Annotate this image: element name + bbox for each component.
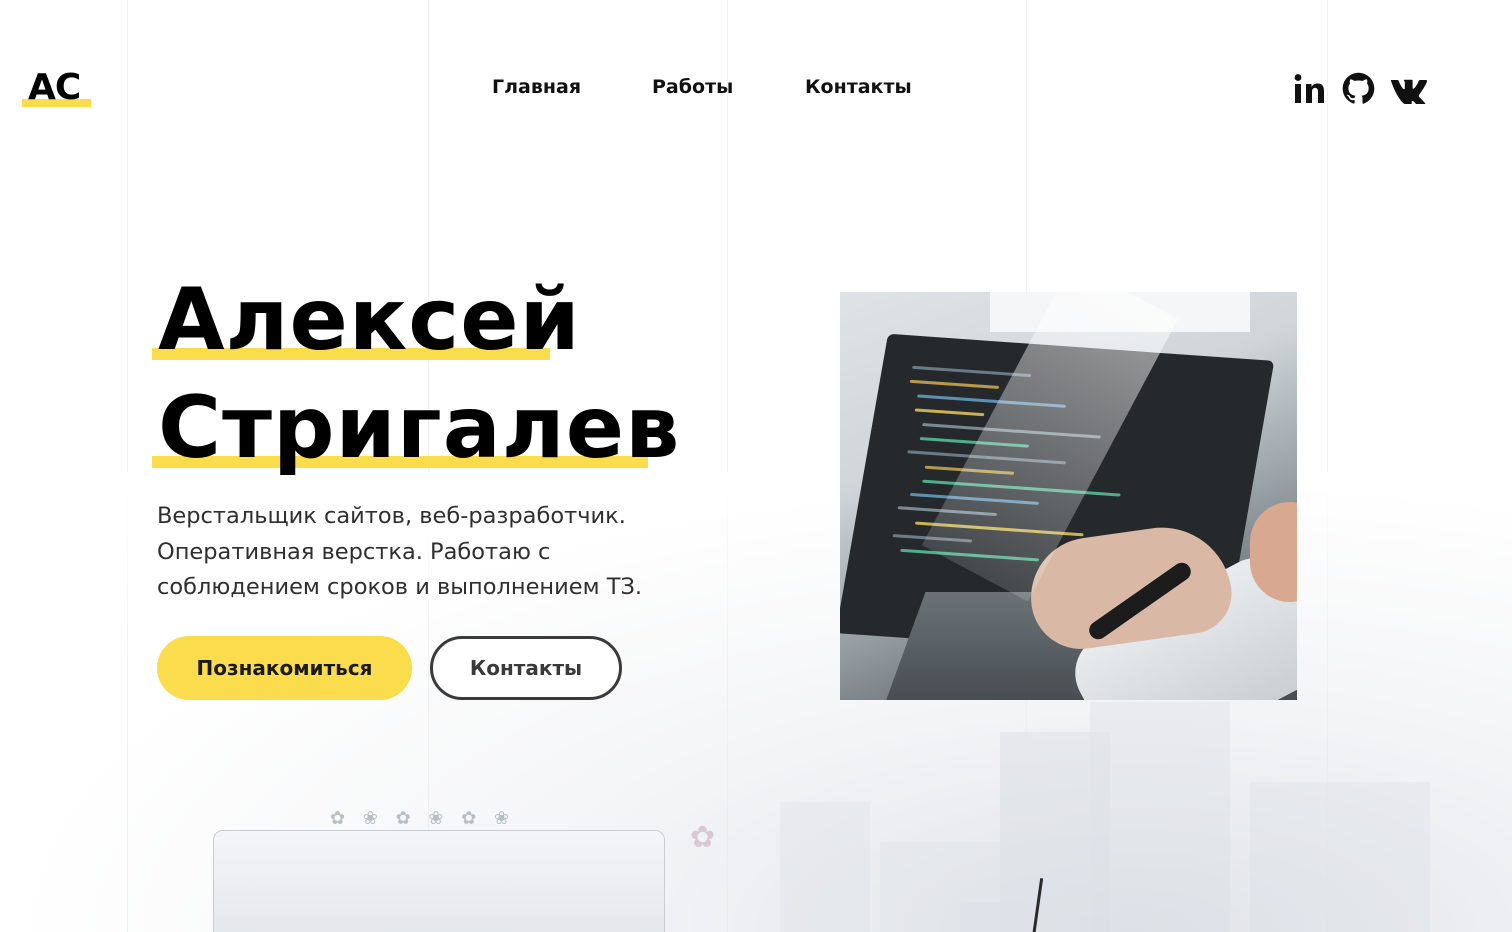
hero-first-name: Алексей [158, 270, 581, 370]
site-logo[interactable]: AC [22, 68, 91, 108]
subtitle-line: соблюдением сроков и выполнением ТЗ. [157, 574, 643, 600]
hero-name-line-1: Алексей [152, 270, 580, 370]
page: ✿ ❀ ✿ ❀ ✿ ❀ ✿ ✿ AC Главная Работы Контак… [0, 0, 1512, 932]
subtitle-line: Оперативная верстка. Работаю с [157, 538, 551, 565]
hero-last-name: Стригалев [158, 378, 681, 478]
background-building [780, 802, 870, 932]
contacts-button[interactable]: Контакты [430, 636, 622, 700]
github-icon[interactable] [1342, 72, 1376, 106]
hero-name-line-2: Стригалев [152, 378, 679, 478]
background-building [1000, 732, 1110, 932]
background-building [1090, 702, 1230, 932]
background-building [1250, 782, 1430, 932]
monitor-decoration [213, 830, 665, 932]
logo-text: AC [28, 67, 81, 108]
subtitle-line: Верстальщик сайтов, веб-разработчик. [157, 503, 626, 529]
nav-item-contacts[interactable]: Контакты [805, 76, 912, 98]
background-building [880, 842, 1000, 932]
hero-photo [840, 292, 1297, 700]
vk-icon[interactable] [1390, 74, 1428, 108]
grid-line [1327, 0, 1328, 932]
background-building [960, 902, 1020, 932]
code-line [909, 379, 1000, 390]
lamp-decoration [1031, 878, 1044, 932]
linkedin-icon[interactable] [1293, 72, 1327, 106]
grid-line [127, 0, 128, 932]
orchid-decoration: ✿ [690, 820, 716, 855]
code-line [914, 408, 985, 417]
get-acquainted-button[interactable]: Познакомиться [157, 636, 412, 700]
grid-line [727, 0, 728, 932]
hero-subtitle: Верстальщик сайтов, веб-разработчик. Опе… [157, 499, 677, 606]
nav-item-home[interactable]: Главная [492, 76, 581, 98]
nav-item-works[interactable]: Работы [652, 76, 733, 98]
